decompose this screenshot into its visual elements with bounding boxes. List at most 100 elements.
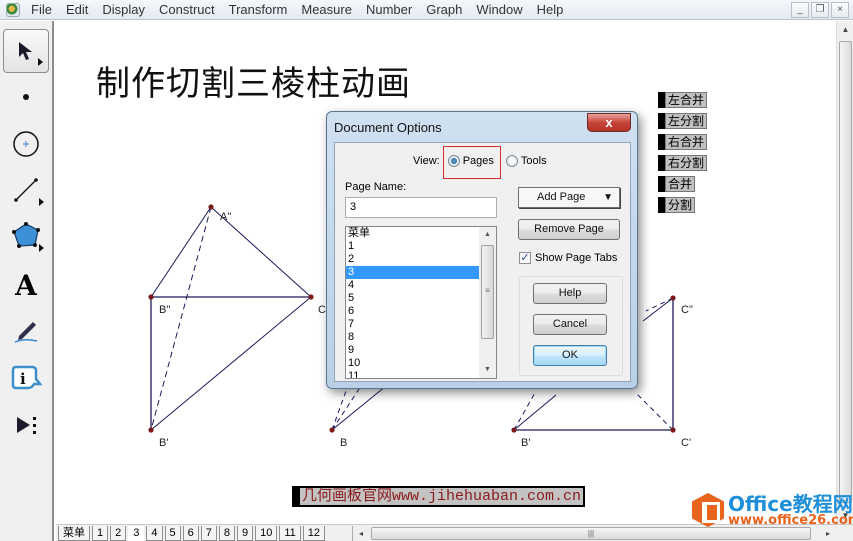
arrow-icon (19, 42, 32, 60)
page-tab-9[interactable]: 9 (237, 526, 254, 541)
ok-button[interactable]: OK (533, 345, 607, 366)
page-tab-7[interactable]: 7 (200, 526, 217, 541)
page-tab-menu[interactable]: 菜单 (58, 526, 90, 541)
menu-graph[interactable]: Graph (419, 0, 469, 20)
menu-display[interactable]: Display (95, 0, 152, 20)
add-page-button[interactable]: Add Page ▼ (518, 187, 620, 208)
checkmark-icon[interactable]: ✓ (519, 252, 531, 264)
dropdown-arrow-icon[interactable]: ▼ (603, 188, 613, 207)
watermark-url: www.office26.com (728, 512, 853, 528)
menu-bar: File Edit Display Construct Transform Me… (0, 0, 853, 20)
restore-button[interactable]: ❐ (811, 2, 829, 18)
point-A2 (208, 204, 214, 210)
horizontal-scroll-thumb[interactable]: ||| (371, 527, 811, 540)
list-item[interactable]: 1 (346, 240, 479, 253)
point-C (308, 294, 314, 300)
menu-window[interactable]: Window (469, 0, 529, 20)
circle-icon (13, 131, 39, 157)
view-tools-radio[interactable] (505, 155, 518, 167)
watermark-title: Office教程网 (728, 491, 853, 516)
polygon-tool[interactable] (3, 214, 49, 258)
page-tab-4[interactable]: 4 (146, 526, 163, 541)
dialog-body: View: Pages Tools Page Name: 3 菜单 1 2 3 … (334, 142, 631, 382)
dialog-close-button[interactable]: x (587, 113, 631, 132)
vertical-scrollbar[interactable]: ▲ ▼ (836, 21, 853, 524)
list-item[interactable]: 11 (346, 370, 479, 378)
scroll-right-arrow-icon[interactable]: ▸ (820, 526, 836, 541)
list-item[interactable]: 2 (346, 253, 479, 266)
page-tab-6[interactable]: 6 (182, 526, 199, 541)
label-B: B (340, 437, 348, 449)
close-button[interactable]: × (831, 2, 849, 18)
pages-listbox[interactable]: 菜单 1 2 3 4 5 6 7 8 9 10 11 ▲ ≡ ▼ (345, 226, 497, 379)
horizontal-scrollbar[interactable]: ◂ ||| ▸ (352, 526, 836, 541)
segment-C2-left (642, 297, 674, 322)
list-item[interactable]: 7 (346, 318, 479, 331)
point-C2 (670, 295, 676, 301)
minimize-button[interactable]: _ (791, 2, 809, 18)
cancel-button[interactable]: Cancel (533, 314, 607, 335)
list-item[interactable]: 6 (346, 305, 479, 318)
text-icon: A (15, 268, 37, 302)
page-tab-8[interactable]: 8 (218, 526, 235, 541)
watermark: Office教程网 www.office26.com (692, 493, 853, 527)
scroll-up-arrow-icon[interactable]: ▲ (837, 21, 853, 38)
list-item[interactable]: 10 (346, 357, 479, 370)
scroll-left-arrow-icon[interactable]: ◂ (353, 526, 369, 541)
segment-B1r-up (513, 394, 557, 431)
page-tab-10[interactable]: 10 (255, 526, 278, 541)
arrow-tool[interactable] (3, 29, 49, 73)
label-C: C (318, 304, 326, 316)
marker-icon (14, 322, 38, 343)
menu-edit[interactable]: Edit (59, 0, 95, 20)
submenu-indicator-icon (38, 58, 43, 66)
point-B2 (148, 294, 154, 300)
page-tab-1[interactable]: 1 (92, 526, 109, 541)
dialog-title: Document Options (334, 120, 442, 135)
point-B1 (148, 427, 154, 433)
list-item[interactable]: 菜单 (346, 227, 479, 240)
vertical-scroll-thumb[interactable] (839, 41, 852, 503)
toolbox: A i (0, 21, 54, 541)
page-tab-5[interactable]: 5 (164, 526, 181, 541)
list-item[interactable]: 9 (346, 344, 479, 357)
view-pages-radio[interactable] (447, 155, 460, 167)
point-tool[interactable] (3, 75, 49, 119)
list-item[interactable]: 5 (346, 292, 479, 305)
view-tools-label[interactable]: Tools (521, 155, 547, 167)
custom-tool[interactable] (3, 403, 49, 447)
help-button[interactable]: Help (533, 283, 607, 304)
office-logo-icon (692, 493, 724, 527)
page-tab-11[interactable]: 11 (279, 526, 301, 541)
menu-help[interactable]: Help (530, 0, 571, 20)
list-item[interactable]: 4 (346, 279, 479, 292)
document-options-dialog: Document Options x View: Pages Tools Pag… (326, 111, 638, 389)
list-item[interactable]: 8 (346, 331, 479, 344)
page-tab-3[interactable]: 3 (128, 526, 145, 541)
page-tab-2[interactable]: 2 (110, 526, 127, 541)
list-scroll-up-icon[interactable]: ▲ (479, 227, 496, 243)
straightedge-tool[interactable] (3, 168, 49, 212)
view-pages-label[interactable]: Pages (463, 155, 494, 167)
remove-page-button[interactable]: Remove Page (518, 219, 620, 240)
marker-tool[interactable] (3, 309, 49, 353)
list-scroll-thumb[interactable]: ≡ (481, 245, 494, 339)
page-tab-12[interactable]: 12 (302, 526, 326, 541)
menu-measure[interactable]: Measure (294, 0, 359, 20)
text-tool[interactable]: A (3, 263, 49, 307)
compass-tool[interactable] (3, 122, 49, 166)
point-C1 (670, 427, 676, 433)
information-tool[interactable]: i (3, 356, 49, 400)
menu-construct[interactable]: Construct (152, 0, 222, 20)
list-item-selected[interactable]: 3 (346, 266, 479, 279)
show-page-tabs-checkbox[interactable]: ✓ Show Page Tabs (519, 252, 617, 264)
menu-transform[interactable]: Transform (222, 0, 295, 20)
page-name-input[interactable]: 3 (345, 197, 497, 218)
menu-file[interactable]: File (24, 0, 59, 20)
submenu-indicator-icon (39, 244, 44, 252)
listbox-scrollbar[interactable]: ▲ ≡ ▼ (479, 227, 496, 378)
menu-number[interactable]: Number (359, 0, 419, 20)
segment-B-up (331, 385, 387, 431)
info-icon: i (11, 365, 42, 390)
list-scroll-down-icon[interactable]: ▼ (479, 362, 496, 378)
